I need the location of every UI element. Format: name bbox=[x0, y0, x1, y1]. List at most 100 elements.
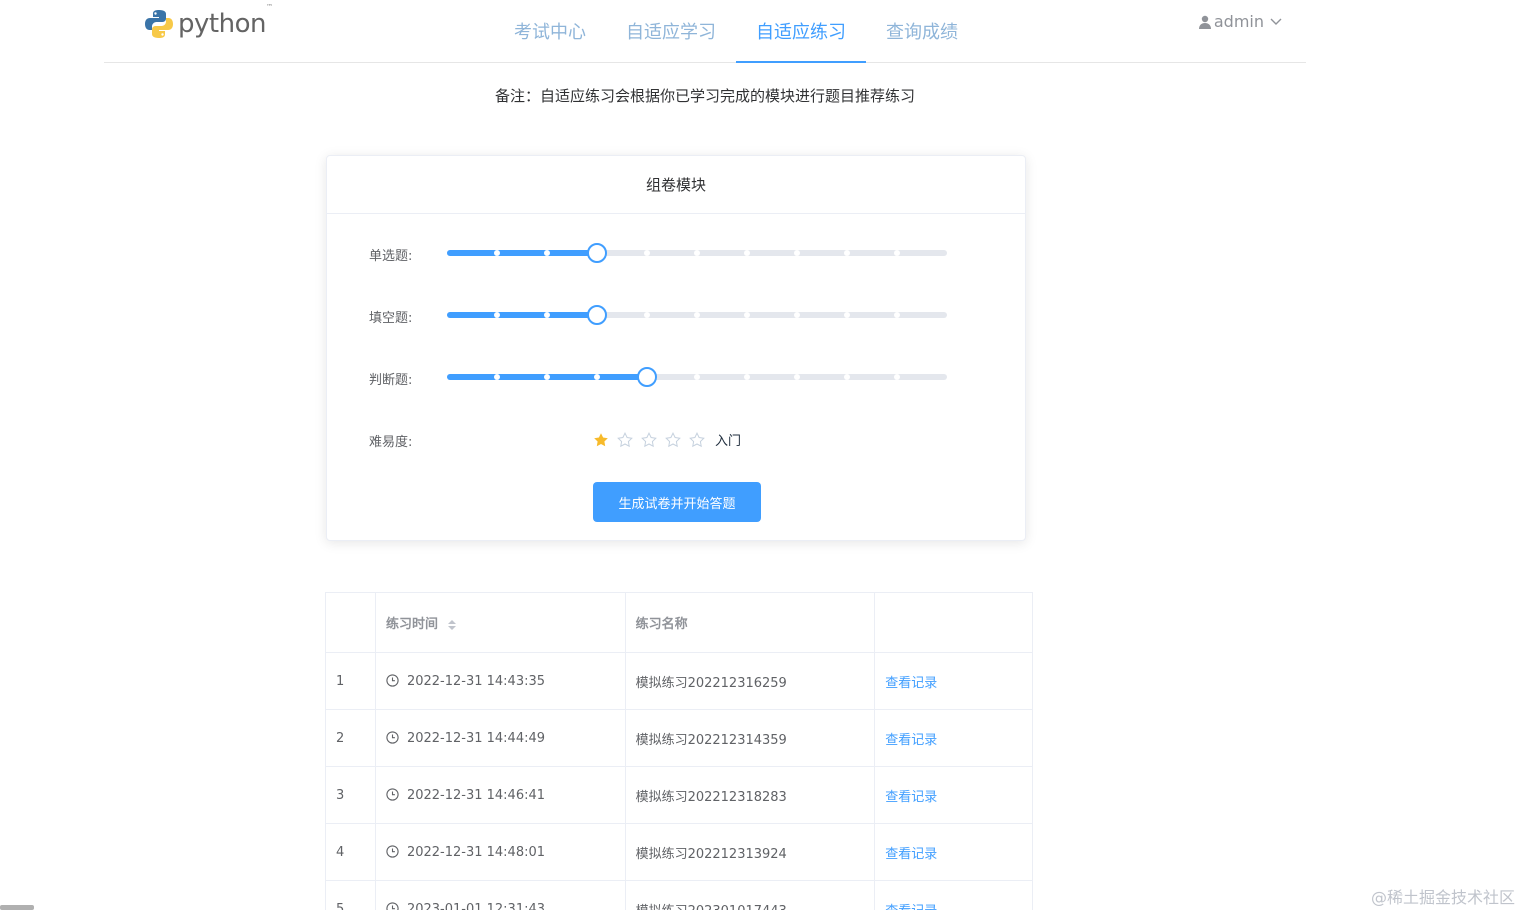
clock-icon bbox=[386, 787, 399, 801]
difficulty-label: 难易度: bbox=[369, 435, 413, 450]
card-title: 组卷模块 bbox=[327, 156, 1025, 214]
row-index: 5 bbox=[325, 880, 376, 910]
view-record-link[interactable]: 查看记录 bbox=[885, 904, 937, 910]
python-logo[interactable]: python™ bbox=[144, 3, 273, 40]
row-time-cell: 2023-01-01 12:31:43 bbox=[374, 880, 626, 910]
view-record-link[interactable]: 查看记录 bbox=[885, 847, 937, 862]
slider-stop bbox=[744, 250, 750, 256]
slider-stop bbox=[494, 312, 500, 318]
row-name: 模拟练习202212318283 bbox=[624, 766, 876, 824]
slider-stop bbox=[844, 250, 850, 256]
star-empty-icon[interactable] bbox=[641, 431, 665, 449]
chevron-down-icon bbox=[1270, 18, 1282, 25]
table-row: 5 2023-01-01 12:31:43 模拟练习202301017443 查看记录 bbox=[325, 880, 1033, 910]
col-practice-name: 练习名称 bbox=[624, 592, 876, 653]
paper-builder-card: 组卷模块 单选题: 填空题: 判断题: 难易度: 入门 生成试卷并开始答题 bbox=[326, 155, 1026, 541]
row-index: 3 bbox=[325, 766, 376, 824]
table-header-row: 练习时间 练习名称 bbox=[325, 592, 1033, 653]
slider-stop bbox=[544, 374, 550, 380]
row-index: 2 bbox=[325, 709, 376, 767]
slider-handle[interactable] bbox=[587, 243, 607, 263]
row-time: 2023-01-01 12:31:43 bbox=[406, 901, 546, 910]
slider-stop bbox=[894, 374, 900, 380]
slider-stop bbox=[694, 250, 700, 256]
row-actions: 查看记录 bbox=[874, 766, 1033, 824]
clock-icon bbox=[386, 844, 399, 858]
python-logo-icon bbox=[145, 10, 173, 38]
table-row: 4 2022-12-31 14:48:01 模拟练习202212313924 查看记录 bbox=[325, 823, 1033, 881]
row-time: 2022-12-31 14:48:01 bbox=[406, 844, 546, 860]
top-header: python™ 考试中心 自适应学习 自适应练习 查询成绩 admin bbox=[104, 0, 1306, 63]
difficulty-text: 入门 bbox=[715, 434, 742, 449]
clock-icon bbox=[386, 673, 399, 687]
nav-adaptive-practice[interactable]: 自适应练习 bbox=[736, 0, 866, 63]
col-practice-time[interactable]: 练习时间 bbox=[374, 592, 626, 653]
slider-stop bbox=[894, 250, 900, 256]
star-empty-icon[interactable] bbox=[665, 431, 689, 449]
difficulty-rating[interactable]: 入门 bbox=[593, 430, 741, 449]
star-empty-icon[interactable] bbox=[617, 431, 641, 449]
table-row: 1 2022-12-31 14:43:35 模拟练习202212316259 查看记录 bbox=[325, 652, 1033, 710]
slider-stop bbox=[894, 312, 900, 318]
generate-paper-button[interactable]: 生成试卷并开始答题 bbox=[593, 482, 761, 522]
col-index bbox=[325, 592, 376, 653]
row-time-cell: 2022-12-31 14:48:01 bbox=[374, 823, 626, 881]
slider-handle[interactable] bbox=[637, 367, 657, 387]
logo-text: python™ bbox=[178, 3, 273, 39]
slider-stop bbox=[794, 312, 800, 318]
row-time: 2022-12-31 14:43:35 bbox=[406, 673, 546, 689]
fill-blank-slider[interactable] bbox=[447, 305, 947, 325]
table-row: 2 2022-12-31 14:44:49 模拟练习202212314359 查看记录 bbox=[325, 709, 1033, 767]
row-name: 模拟练习202212314359 bbox=[624, 709, 876, 767]
fill-blank-label: 填空题: bbox=[369, 311, 413, 326]
slider-stop bbox=[494, 250, 500, 256]
row-time: 2022-12-31 14:46:41 bbox=[406, 787, 546, 803]
star-filled-icon[interactable] bbox=[593, 431, 617, 449]
true-false-slider[interactable] bbox=[447, 367, 947, 387]
user-menu[interactable]: admin bbox=[1198, 12, 1284, 31]
slider-stop bbox=[744, 374, 750, 380]
slider-stop bbox=[644, 312, 650, 318]
row-name: 模拟练习202212313924 bbox=[624, 823, 876, 881]
clock-icon bbox=[386, 901, 399, 910]
view-record-link[interactable]: 查看记录 bbox=[885, 676, 937, 691]
row-index: 1 bbox=[325, 652, 376, 710]
star-empty-icon[interactable] bbox=[689, 431, 713, 449]
clock-icon bbox=[386, 730, 399, 744]
slider-stop bbox=[594, 374, 600, 380]
view-record-link[interactable]: 查看记录 bbox=[885, 790, 937, 805]
row-actions: 查看记录 bbox=[874, 709, 1033, 767]
user-icon bbox=[1198, 15, 1211, 29]
table-row: 3 2022-12-31 14:46:41 模拟练习202212318283 查看记录 bbox=[325, 766, 1033, 824]
row-time-cell: 2022-12-31 14:44:49 bbox=[374, 709, 626, 767]
view-record-link[interactable]: 查看记录 bbox=[885, 733, 937, 748]
slider-fill bbox=[447, 250, 597, 256]
nav-exam-center[interactable]: 考试中心 bbox=[494, 0, 606, 63]
row-actions: 查看记录 bbox=[874, 823, 1033, 881]
slider-handle[interactable] bbox=[587, 305, 607, 325]
row-actions: 查看记录 bbox=[874, 652, 1033, 710]
slider-stop bbox=[694, 312, 700, 318]
single-choice-label: 单选题: bbox=[369, 249, 413, 264]
sort-icon[interactable] bbox=[447, 619, 457, 631]
slider-stop bbox=[744, 312, 750, 318]
row-index: 4 bbox=[325, 823, 376, 881]
watermark: @稀土掘金技术社区 bbox=[1370, 888, 1515, 907]
slider-stop bbox=[494, 374, 500, 380]
slider-stop bbox=[544, 250, 550, 256]
horizontal-scrollbar[interactable] bbox=[0, 905, 34, 910]
row-name: 模拟练习202301017443 bbox=[624, 880, 876, 910]
single-choice-slider[interactable] bbox=[447, 243, 947, 263]
practice-history-table: 练习时间 练习名称 1 2022-12-31 14:43:35 模拟练习202212… bbox=[325, 592, 1033, 910]
row-name: 模拟练习202212316259 bbox=[624, 652, 876, 710]
slider-stop bbox=[544, 312, 550, 318]
slider-stop bbox=[694, 374, 700, 380]
slider-stop bbox=[844, 312, 850, 318]
nav-query-scores[interactable]: 查询成绩 bbox=[866, 0, 978, 63]
slider-stop bbox=[794, 374, 800, 380]
row-time: 2022-12-31 14:44:49 bbox=[406, 730, 546, 746]
slider-stop bbox=[644, 250, 650, 256]
notice-text: 备注：自适应练习会根据你已学习完成的模块进行题目推荐练习 bbox=[494, 87, 915, 105]
slider-stop bbox=[844, 374, 850, 380]
nav-adaptive-learning[interactable]: 自适应学习 bbox=[606, 0, 736, 63]
